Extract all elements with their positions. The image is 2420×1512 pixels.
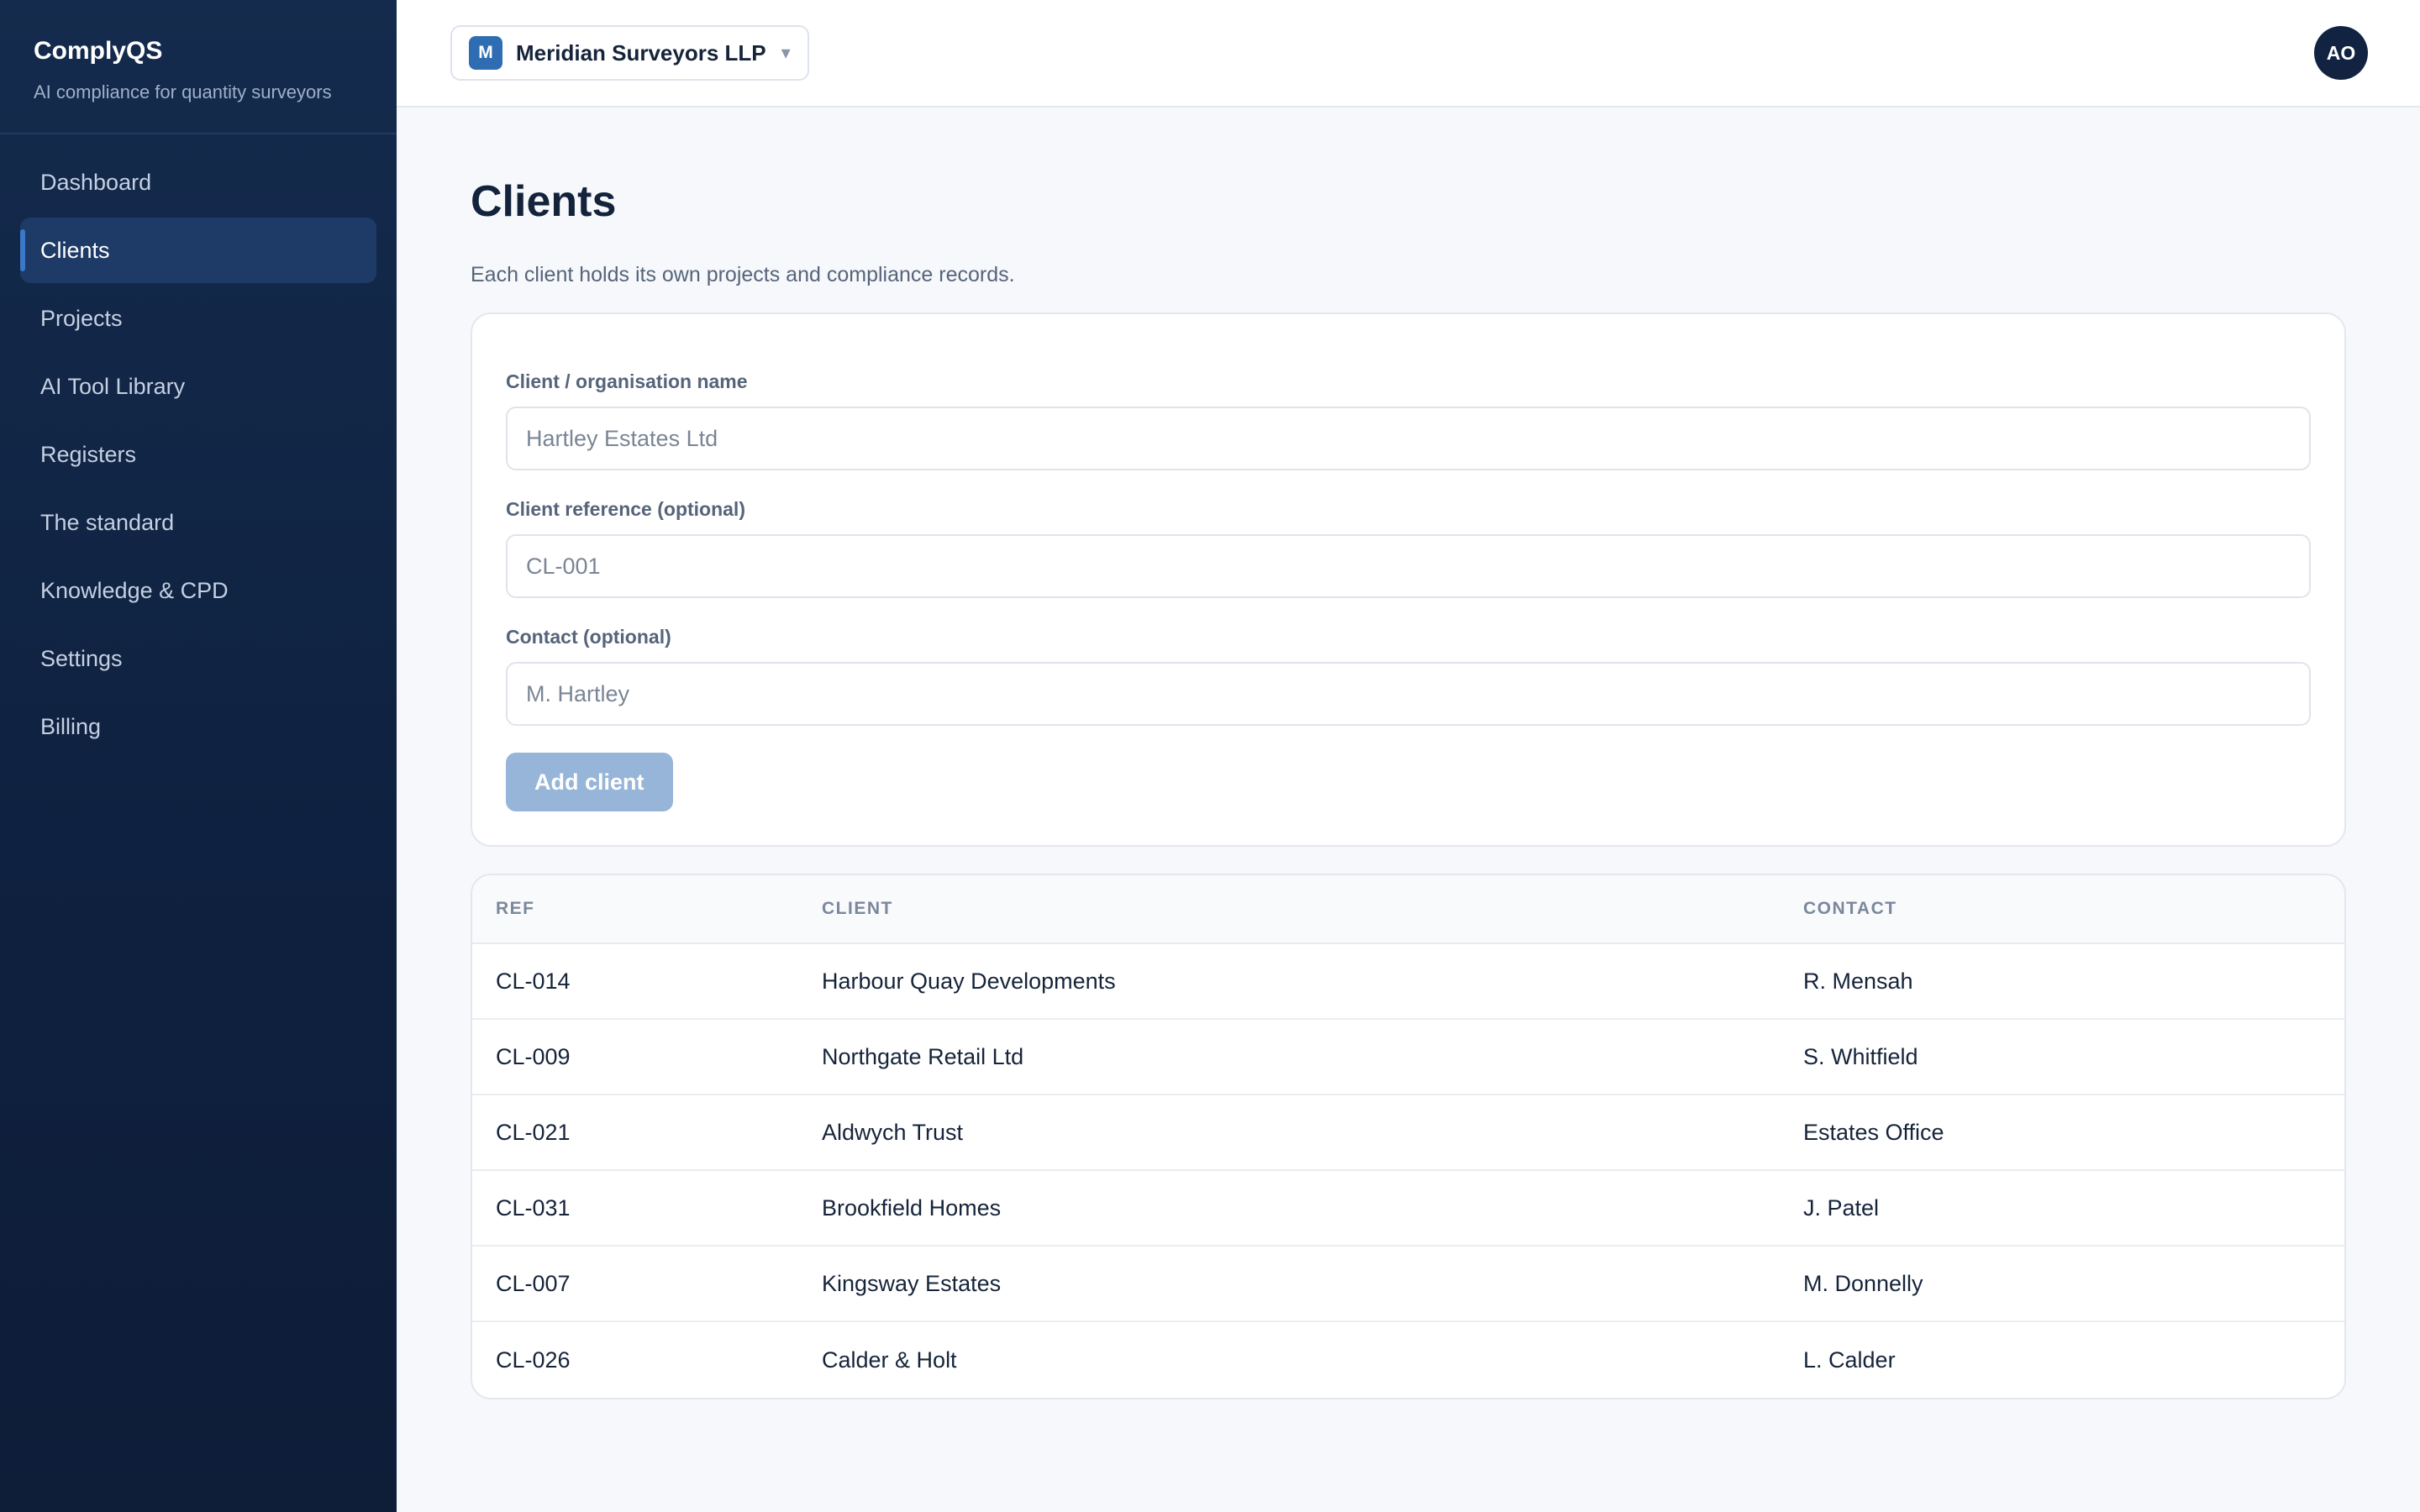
row-ref: CL-031 xyxy=(496,1194,571,1221)
row-contact: J. Patel xyxy=(1803,1194,1880,1221)
client-ref-field: Client reference (optional) xyxy=(506,497,2311,598)
sidebar-item-billing[interactable]: Billing xyxy=(20,694,376,759)
table-row[interactable]: CL-014 Harbour Quay Developments R. Mens… xyxy=(472,944,2344,1020)
brand-name: ComplyQS xyxy=(34,37,163,65)
app-shell: ComplyQS AI compliance for quantity surv… xyxy=(0,0,2420,1512)
row-ref: CL-014 xyxy=(496,968,571,994)
topbar: M Meridian Surveyors LLP ▾ AO xyxy=(397,0,2420,108)
client-name-input[interactable] xyxy=(506,407,2311,470)
client-ref-input[interactable] xyxy=(506,534,2311,598)
row-client: Calder & Holt xyxy=(822,1347,957,1373)
contact-input[interactable] xyxy=(506,662,2311,726)
column-header-client[interactable]: CLIENT xyxy=(822,899,1803,919)
row-ref: CL-026 xyxy=(496,1347,571,1373)
sidebar-item-knowledge-cpd[interactable]: Knowledge & CPD xyxy=(20,558,376,623)
sidebar-item-the-standard[interactable]: The standard xyxy=(20,490,376,555)
chevron-down-icon: ▾ xyxy=(781,42,791,63)
sidebar-item-dashboard[interactable]: Dashboard xyxy=(20,150,376,215)
row-client: Brookfield Homes xyxy=(822,1194,1002,1221)
row-contact: R. Mensah xyxy=(1803,968,1913,994)
page-title: Clients xyxy=(471,177,617,226)
column-header-contact[interactable]: CONTACT xyxy=(1803,899,2344,919)
contact-label: Contact (optional) xyxy=(506,626,671,648)
sidebar: ComplyQS AI compliance for quantity surv… xyxy=(0,0,397,1512)
clients-table: REF CLIENT CONTACT CL-014 Harbour Quay D… xyxy=(471,874,2346,1399)
column-header-ref[interactable]: REF xyxy=(472,899,822,919)
main-area: M Meridian Surveyors LLP ▾ AO Clients Ea… xyxy=(397,0,2420,1512)
table-row[interactable]: CL-007 Kingsway Estates M. Donnelly xyxy=(472,1247,2344,1322)
row-contact: S. Whitfield xyxy=(1803,1043,1918,1069)
add-client-form: Client / organisation name Client refere… xyxy=(471,312,2346,847)
org-badge: M xyxy=(469,36,502,70)
row-client: Kingsway Estates xyxy=(822,1270,1002,1296)
client-name-field: Client / organisation name xyxy=(506,370,2311,470)
table-row[interactable]: CL-026 Calder & Holt L. Calder xyxy=(472,1322,2344,1398)
brand: ComplyQS AI compliance for quantity surv… xyxy=(0,0,397,134)
brand-tagline: AI compliance for quantity surveyors xyxy=(34,81,332,102)
client-name-label: Client / organisation name xyxy=(506,370,748,392)
table-row[interactable]: CL-009 Northgate Retail Ltd S. Whitfield xyxy=(472,1020,2344,1095)
org-switcher[interactable]: M Meridian Surveyors LLP ▾ xyxy=(450,25,809,81)
sidebar-item-registers[interactable]: Registers xyxy=(20,422,376,487)
row-client: Aldwych Trust xyxy=(822,1119,964,1145)
table-header: REF CLIENT CONTACT xyxy=(472,875,2344,944)
row-client: Northgate Retail Ltd xyxy=(822,1043,1024,1069)
contact-field: Contact (optional) xyxy=(506,625,2311,726)
page-description: Each client holds its own projects and c… xyxy=(471,263,1015,286)
sidebar-nav: Dashboard Clients Projects AI Tool Libra… xyxy=(0,134,397,777)
row-ref: CL-021 xyxy=(496,1119,571,1145)
sidebar-item-ai-tool-library[interactable]: AI Tool Library xyxy=(20,354,376,419)
add-client-button[interactable]: Add client xyxy=(506,753,673,811)
row-ref: CL-009 xyxy=(496,1043,571,1069)
table-row[interactable]: CL-031 Brookfield Homes J. Patel xyxy=(472,1171,2344,1247)
sidebar-item-clients[interactable]: Clients xyxy=(20,218,376,283)
clients-page: Clients Each client holds its own projec… xyxy=(397,108,2420,1399)
row-client: Harbour Quay Developments xyxy=(822,968,1116,994)
org-name: Meridian Surveyors LLP xyxy=(516,39,766,66)
row-ref: CL-007 xyxy=(496,1270,571,1296)
sidebar-item-projects[interactable]: Projects xyxy=(20,286,376,351)
row-contact: Estates Office xyxy=(1803,1119,1944,1145)
table-row[interactable]: CL-021 Aldwych Trust Estates Office xyxy=(472,1095,2344,1171)
client-ref-label: Client reference (optional) xyxy=(506,498,745,520)
sidebar-item-settings[interactable]: Settings xyxy=(20,626,376,691)
row-contact: L. Calder xyxy=(1803,1347,1896,1373)
row-contact: M. Donnelly xyxy=(1803,1270,1923,1296)
user-avatar[interactable]: AO xyxy=(2314,26,2368,80)
